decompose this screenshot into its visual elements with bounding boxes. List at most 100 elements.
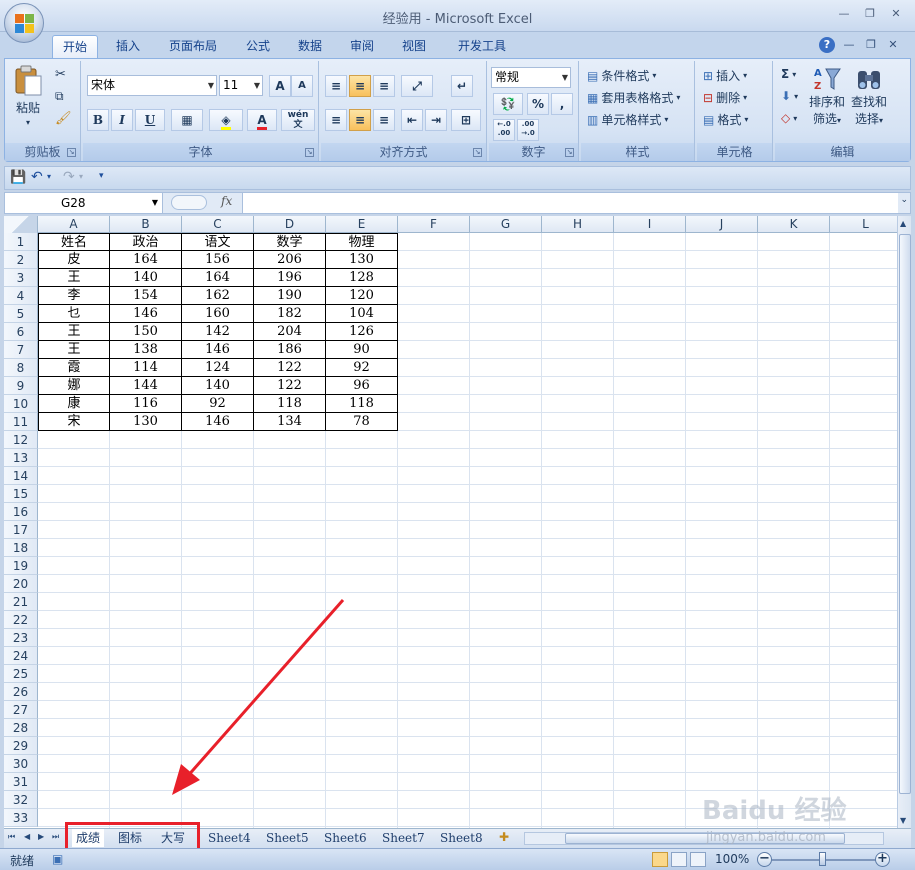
row-header-21[interactable]: 21 — [4, 593, 38, 611]
shrink-font-button[interactable]: A — [291, 75, 313, 97]
increase-indent-button[interactable]: ⇥ — [425, 109, 447, 131]
scroll-up-icon[interactable]: ▲ — [900, 219, 906, 228]
select-all-corner[interactable] — [4, 216, 38, 233]
table-cell[interactable]: 康 — [38, 395, 110, 413]
row-header-18[interactable]: 18 — [4, 539, 38, 557]
column-header-A[interactable]: A — [38, 216, 110, 233]
row-header-28[interactable]: 28 — [4, 719, 38, 737]
increase-decimal-button[interactable]: ←.0 .00 — [493, 119, 515, 141]
table-cell[interactable]: 114 — [110, 359, 182, 377]
row-header-26[interactable]: 26 — [4, 683, 38, 701]
row-header-10[interactable]: 10 — [4, 395, 38, 413]
table-cell[interactable]: 160 — [182, 305, 254, 323]
tab-formulas[interactable]: 公式 — [236, 35, 280, 58]
fill-color-button[interactable]: ◈ — [209, 109, 243, 131]
zoom-level[interactable]: 100% — [715, 852, 749, 866]
table-cell[interactable]: 190 — [254, 287, 326, 305]
currency-button[interactable]: 💱 — [493, 93, 523, 115]
row-header-6[interactable]: 6 — [4, 323, 38, 341]
row-header-13[interactable]: 13 — [4, 449, 38, 467]
sort-filter-button[interactable]: A Z 排序和 筛选▾ — [809, 65, 845, 127]
insert-cells-button[interactable]: ⊞ 插入 ▾ — [703, 67, 747, 84]
table-cell[interactable]: 140 — [182, 377, 254, 395]
office-button[interactable] — [4, 3, 44, 43]
font-name-combo[interactable]: 宋体 ▼ — [87, 75, 217, 96]
align-middle-button[interactable]: ≡ — [349, 75, 371, 97]
vertical-scrollbar[interactable]: ▲ ▼ — [897, 216, 911, 828]
sheet-tab-5[interactable]: Sheet5 — [262, 829, 313, 847]
sheet-tab-4[interactable]: Sheet4 — [204, 829, 255, 847]
format-cells-button[interactable]: ▤ 格式 ▾ — [703, 111, 748, 128]
table-cell[interactable]: 126 — [326, 323, 398, 341]
wrap-text-button[interactable]: ↵ — [451, 75, 473, 97]
column-header-K[interactable]: K — [758, 216, 830, 233]
grow-font-button[interactable]: A — [269, 75, 291, 97]
borders-button[interactable]: ▦ — [171, 109, 203, 131]
find-select-button[interactable]: 查找和 选择▾ — [851, 65, 887, 127]
clipboard-launcher-icon[interactable]: ↘ — [67, 148, 76, 157]
first-sheet-icon[interactable]: ⏮ — [8, 832, 15, 842]
sheet-tab-6[interactable]: Sheet6 — [320, 829, 371, 847]
tab-view[interactable]: 视图 — [392, 35, 436, 58]
table-cell[interactable]: 140 — [110, 269, 182, 287]
table-cell[interactable]: 124 — [182, 359, 254, 377]
tab-page-layout[interactable]: 页面布局 — [158, 35, 228, 58]
table-cell[interactable]: 116 — [110, 395, 182, 413]
table-cell[interactable]: 146 — [182, 341, 254, 359]
table-cell[interactable]: 120 — [326, 287, 398, 305]
header-cell[interactable]: 姓名 — [38, 233, 110, 251]
table-cell[interactable]: 92 — [182, 395, 254, 413]
table-cell[interactable]: 182 — [254, 305, 326, 323]
name-box[interactable]: G28 ▼ — [5, 193, 163, 213]
align-center-button[interactable]: ≡ — [349, 109, 371, 131]
column-header-C[interactable]: C — [182, 216, 254, 233]
decrease-decimal-button[interactable]: .00 →.0 — [517, 119, 539, 141]
next-sheet-icon[interactable]: ▶ — [38, 832, 44, 841]
macro-record-icon[interactable]: ▣ — [52, 852, 63, 866]
table-cell[interactable]: 186 — [254, 341, 326, 359]
customize-toolbar-icon[interactable]: ▾ — [99, 171, 104, 181]
delete-cells-button[interactable]: ⊟ 删除 ▾ — [703, 89, 747, 106]
row-header-2[interactable]: 2 — [4, 251, 38, 269]
zoom-slider[interactable] — [772, 859, 880, 861]
column-header-I[interactable]: I — [614, 216, 686, 233]
table-cell[interactable]: 皮 — [38, 251, 110, 269]
save-icon[interactable]: 💾 — [10, 170, 26, 185]
minimize-workbook-icon[interactable]: — — [841, 37, 857, 53]
bold-button[interactable]: B — [87, 109, 109, 131]
alignment-launcher-icon[interactable]: ↘ — [473, 148, 482, 157]
italic-button[interactable]: I — [111, 109, 133, 131]
row-header-30[interactable]: 30 — [4, 755, 38, 773]
redo-icon[interactable]: ↷ — [63, 169, 75, 185]
close-icon[interactable]: ✕ — [885, 5, 907, 23]
row-header-3[interactable]: 3 — [4, 269, 38, 287]
clear-button[interactable]: ◇ ▾ — [781, 111, 797, 125]
row-header-19[interactable]: 19 — [4, 557, 38, 575]
table-cell[interactable]: 130 — [110, 413, 182, 431]
table-cell[interactable]: 王 — [38, 341, 110, 359]
table-cell[interactable]: 204 — [254, 323, 326, 341]
orientation-button[interactable]: ⤢ — [401, 75, 433, 97]
row-header-4[interactable]: 4 — [4, 287, 38, 305]
zoom-in-icon[interactable]: + — [875, 852, 890, 867]
row-header-31[interactable]: 31 — [4, 773, 38, 791]
table-cell[interactable]: 96 — [326, 377, 398, 395]
zoom-out-icon[interactable]: − — [757, 852, 772, 867]
table-cell[interactable]: 李 — [38, 287, 110, 305]
formula-splitter-handle[interactable] — [171, 195, 207, 210]
expand-formula-icon[interactable]: ⌄ — [900, 195, 908, 205]
column-header-J[interactable]: J — [686, 216, 758, 233]
column-header-G[interactable]: G — [470, 216, 542, 233]
row-header-24[interactable]: 24 — [4, 647, 38, 665]
row-header-33[interactable]: 33 — [4, 809, 38, 827]
redo-dropdown-icon[interactable]: ▾ — [79, 172, 83, 181]
zoom-slider-knob[interactable] — [819, 852, 826, 866]
percent-button[interactable]: % — [527, 93, 549, 115]
cut-button[interactable]: ✂ — [55, 67, 66, 82]
tab-insert[interactable]: 插入 — [106, 35, 150, 58]
scroll-down-icon[interactable]: ▼ — [900, 816, 906, 825]
font-size-combo[interactable]: 11 ▼ — [219, 75, 263, 96]
font-color-button[interactable]: A — [247, 109, 277, 131]
header-cell[interactable]: 政治 — [110, 233, 182, 251]
prev-sheet-icon[interactable]: ◀ — [24, 832, 30, 841]
